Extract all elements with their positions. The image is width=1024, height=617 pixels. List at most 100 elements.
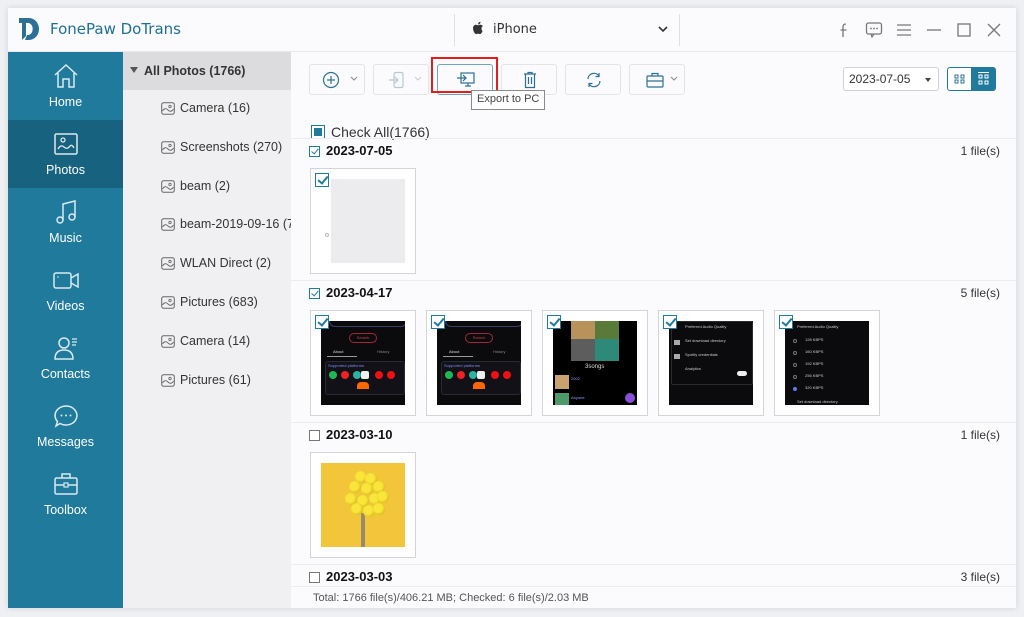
album-label: Camera (14) [180, 333, 251, 348]
sidebar-item-label: Music [49, 231, 82, 245]
toolbox-button[interactable] [629, 64, 685, 95]
thumbnail-checkbox[interactable] [663, 315, 677, 329]
dropdown-arrow-icon [925, 78, 931, 82]
minimize-icon[interactable] [924, 20, 944, 40]
section-checkbox[interactable] [309, 146, 320, 157]
date-filter-select[interactable]: 2023-07-05 [843, 67, 939, 91]
feedback-icon[interactable] [864, 20, 884, 40]
section-checkbox[interactable] [309, 288, 320, 299]
status-bar: Total: 1766 file(s)/406.21 MB; Checked: … [291, 586, 1016, 608]
section-file-count: 3 file(s) [960, 570, 1000, 584]
chevron-down-icon [350, 76, 358, 81]
album-icon [161, 140, 175, 154]
sidebar-item-toolbox[interactable]: Toolbox [8, 460, 123, 528]
album-item[interactable]: WLAN Direct (2) [123, 245, 291, 283]
album-all-photos[interactable]: All Photos (1766) [123, 52, 291, 90]
sidebar-item-messages[interactable]: Messages [8, 392, 123, 460]
sidebar-item-videos[interactable]: Videos [8, 256, 123, 324]
sidebar-item-label: Home [48, 95, 83, 109]
refresh-button[interactable] [565, 64, 621, 95]
album-item[interactable]: Camera (16) [123, 90, 291, 128]
messages-icon [54, 405, 78, 428]
chevron-down-icon [658, 26, 668, 33]
section-file-count: 1 file(s) [960, 144, 1000, 158]
section-file-count: 5 file(s) [960, 286, 1000, 300]
album-item[interactable]: Camera (14) [123, 323, 291, 361]
menu-icon[interactable] [894, 20, 914, 40]
album-icon [161, 257, 175, 270]
tooltip: Export to PC [471, 90, 546, 110]
album-label: Camera (16) [180, 101, 251, 115]
chevron-down-icon [670, 76, 678, 81]
small-grid-view-button[interactable] [947, 67, 972, 91]
sidebar-item-label: Videos [46, 299, 85, 313]
date-section-header: 2023-03-10 1 file(s) [291, 422, 1016, 448]
section-checkbox[interactable] [309, 430, 320, 441]
sidebar-nav: Home Photos Music Videos Contacts Messag… [8, 52, 123, 608]
collapse-triangle-icon[interactable] [130, 67, 138, 73]
title-bar: FonePaw DoTrans iPhone [8, 8, 1016, 52]
chevron-down-icon [414, 76, 422, 81]
close-icon[interactable] [984, 20, 1004, 40]
facebook-icon[interactable] [834, 20, 854, 40]
sidebar-item-photos[interactable]: Photos [8, 120, 123, 188]
check-all-box[interactable] [311, 125, 325, 139]
album-icon [161, 373, 175, 387]
section-date: 2023-03-10 [326, 427, 393, 442]
photo-thumbnail[interactable]: Search About History Supported platforms [310, 310, 416, 416]
photo-thumbnail[interactable] [310, 168, 416, 274]
device-selector[interactable]: iPhone [454, 14, 680, 46]
music-icon [56, 200, 76, 224]
album-item[interactable]: Screenshots (270) [123, 129, 291, 167]
photo-thumbnail[interactable]: Preferred Audio Quality Set download dire… [658, 310, 764, 416]
contacts-icon [54, 337, 77, 360]
photo-thumbnail[interactable] [310, 452, 416, 558]
photo-thumbnail[interactable]: 3songs 2002 Anyone [542, 310, 648, 416]
section-date: 2023-07-05 [326, 143, 393, 158]
album-icon [161, 102, 175, 115]
date-section-header: 2023-04-17 5 file(s) [291, 280, 1016, 306]
thumbnail-checkbox[interactable] [431, 315, 445, 329]
album-icon [161, 179, 175, 193]
album-item[interactable]: beam-2019-09-16 (7) [123, 206, 291, 244]
apple-icon [473, 21, 483, 35]
album-icon [161, 218, 175, 232]
album-item[interactable]: Pictures (683) [123, 284, 291, 322]
album-icon [161, 296, 175, 309]
app-logo-icon [19, 18, 39, 40]
photo-thumbnail[interactable]: Preferred Audio Quality 128 KBPS 160 KBPS 1… [774, 310, 880, 416]
export-to-device-button[interactable] [373, 64, 429, 95]
album-label: WLAN Direct (2) [180, 256, 271, 271]
sidebar-item-label: Contacts [40, 367, 91, 381]
sidebar-item-music[interactable]: Music [8, 188, 123, 256]
date-filter-value: 2023-07-05 [849, 72, 911, 86]
large-grid-icon [978, 72, 989, 85]
sidebar-item-label: Toolbox [43, 503, 88, 517]
main-content: Export to PC 2023-07-05 Check All(1766) … [291, 52, 1016, 608]
album-label: Pictures (683) [180, 295, 258, 309]
status-text: Total: 1766 file(s)/406.21 MB; Checked: … [313, 592, 589, 604]
album-item[interactable]: Pictures (61) [123, 362, 291, 400]
photo-icon [54, 133, 78, 155]
sidebar-item-home[interactable]: Home [8, 52, 123, 120]
toolbox-icon [646, 72, 664, 88]
thumbnail-checkbox[interactable] [315, 315, 329, 329]
maximize-icon[interactable] [954, 20, 974, 40]
section-date: 2023-04-17 [326, 285, 393, 300]
app-title: FonePaw DoTrans [50, 20, 181, 38]
add-button[interactable] [309, 64, 365, 95]
window-controls [834, 20, 1004, 40]
export-to-pc-highlight [431, 57, 498, 93]
thumbnail-checkbox[interactable] [315, 173, 329, 187]
photo-thumbnail[interactable]: Search About History Supported platforms [426, 310, 532, 416]
trash-icon [524, 71, 536, 89]
thumbnail-checkbox[interactable] [547, 315, 561, 329]
section-checkbox[interactable] [309, 572, 320, 583]
section-file-count: 1 file(s) [960, 428, 1000, 442]
album-item[interactable]: beam (2) [123, 168, 291, 206]
thumbnail-checkbox[interactable] [779, 315, 793, 329]
large-grid-view-button[interactable] [971, 67, 996, 91]
sidebar-item-contacts[interactable]: Contacts [8, 324, 123, 392]
plus-circle-icon [322, 71, 340, 89]
search-pill: Search [465, 333, 493, 343]
